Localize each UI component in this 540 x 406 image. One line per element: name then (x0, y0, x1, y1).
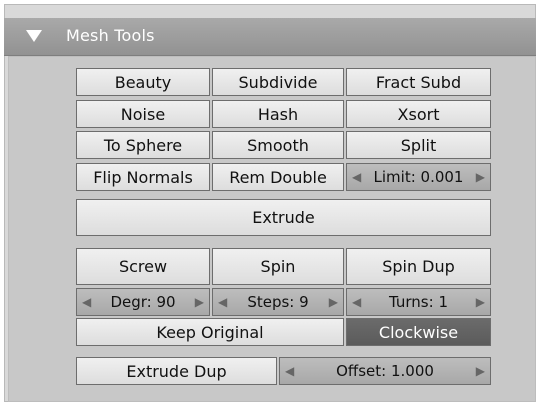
limit-number-field[interactable]: ◀ Limit: 0.001 ▶ (346, 163, 491, 191)
decrement-arrow-icon[interactable]: ◀ (218, 295, 227, 309)
degr-number-field[interactable]: ◀ Degr: 90 ▶ (76, 288, 210, 316)
increment-arrow-icon[interactable]: ▶ (476, 364, 485, 378)
rem-double-button[interactable]: Rem Double (212, 163, 344, 191)
screw-button[interactable]: Screw (76, 248, 210, 285)
collapse-triangle-icon[interactable] (26, 30, 42, 42)
spin-dup-button[interactable]: Spin Dup (346, 248, 491, 285)
decrement-arrow-icon[interactable]: ◀ (352, 170, 361, 184)
to-sphere-button[interactable]: To Sphere (76, 131, 210, 159)
extrude-button[interactable]: Extrude (76, 199, 491, 236)
extrude-dup-button[interactable]: Extrude Dup (76, 357, 277, 385)
smooth-button[interactable]: Smooth (212, 131, 344, 159)
clockwise-toggle[interactable]: Clockwise (346, 318, 491, 346)
keep-original-toggle[interactable]: Keep Original (76, 318, 344, 346)
xsort-button[interactable]: Xsort (346, 100, 491, 128)
increment-arrow-icon[interactable]: ▶ (329, 295, 338, 309)
noise-button[interactable]: Noise (76, 100, 210, 128)
increment-arrow-icon[interactable]: ▶ (476, 295, 485, 309)
increment-arrow-icon[interactable]: ▶ (476, 170, 485, 184)
decrement-arrow-icon[interactable]: ◀ (352, 295, 361, 309)
decrement-arrow-icon[interactable]: ◀ (82, 295, 91, 309)
fract-subd-button[interactable]: Fract Subd (346, 68, 491, 96)
flip-normals-button[interactable]: Flip Normals (76, 163, 210, 191)
beauty-button[interactable]: Beauty (76, 68, 210, 96)
split-button[interactable]: Split (346, 131, 491, 159)
decrement-arrow-icon[interactable]: ◀ (285, 364, 294, 378)
hash-button[interactable]: Hash (212, 100, 344, 128)
panel-header[interactable]: Mesh Tools (4, 18, 536, 56)
spin-button[interactable]: Spin (212, 248, 344, 285)
increment-arrow-icon[interactable]: ▶ (195, 295, 204, 309)
subdivide-button[interactable]: Subdivide (212, 68, 344, 96)
panel-title: Mesh Tools (66, 26, 155, 45)
turns-number-field[interactable]: ◀ Turns: 1 ▶ (346, 288, 491, 316)
offset-number-field[interactable]: ◀ Offset: 1.000 ▶ (279, 357, 491, 385)
steps-number-field[interactable]: ◀ Steps: 9 ▶ (212, 288, 344, 316)
